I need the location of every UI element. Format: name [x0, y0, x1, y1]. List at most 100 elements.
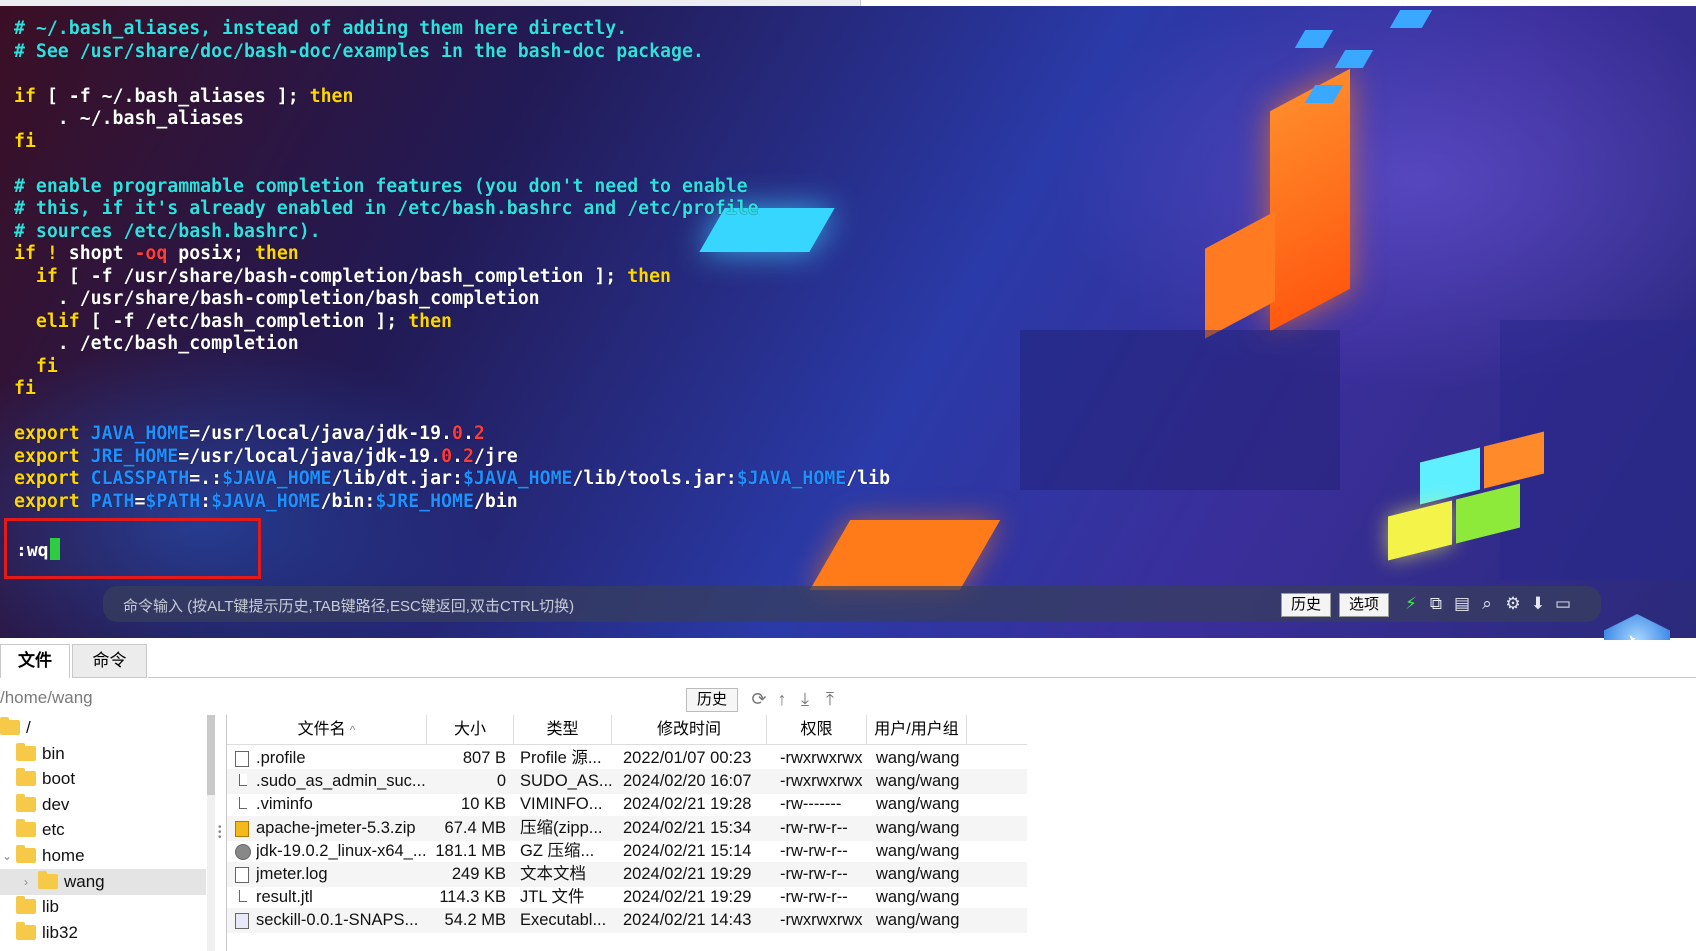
cell-name: .profile [256, 749, 306, 767]
vim-command-line[interactable]: :wq [16, 538, 60, 561]
window-icon[interactable]: ▭ [1553, 594, 1573, 614]
command-input-placeholder: 命令输入 (按ALT键提示历史,TAB键路径,ESC键返回,双击CTRL切换) [123, 598, 575, 615]
cell-name: jmeter.log [256, 865, 328, 883]
tree-item-label: / [26, 718, 31, 737]
terminal-token: then [309, 85, 354, 107]
chevron-down-icon[interactable]: ⌄ [2, 843, 12, 869]
command-history-button[interactable]: 历史 [1281, 593, 1332, 617]
arrow-down-icon[interactable]: ⬇ [1528, 594, 1548, 614]
terminal-line: # enable programmable completion feature… [14, 176, 890, 199]
cell-name: .sudo_as_admin_suc... [256, 772, 426, 791]
column-header[interactable]: 大小 [427, 715, 514, 745]
tree-scrollbar[interactable] [207, 715, 215, 951]
cell-name: result.jtl [256, 888, 313, 907]
terminal-line: fi [14, 378, 890, 401]
wallpaper-block [809, 520, 1001, 590]
cell-type: Executabl... [520, 911, 607, 930]
tree-item[interactable]: lib [16, 894, 59, 920]
download-icon[interactable]: ⤓ [795, 688, 815, 710]
folder-icon [16, 921, 36, 940]
directory-tree[interactable]: / bin boot dev etc ⌄ home › wang lib lib32 [0, 715, 206, 951]
wallpaper-block [1270, 68, 1350, 332]
cell-owner: wang/wang [876, 911, 960, 930]
lightning-icon[interactable]: ⚡ [1401, 594, 1421, 614]
column-header[interactable]: 权限 [767, 715, 867, 745]
file-table-header: 文件名 ^ 大小 类型 修改时间 权限 用户/用户组 [227, 715, 1027, 745]
terminal-token: then [408, 310, 453, 332]
terminal-line: export CLASSPATH=.:$JAVA_HOME/lib/dt.jar… [14, 468, 890, 491]
terminal-panel[interactable]: # ~/.bash_aliases, instead of adding the… [0, 0, 1696, 638]
table-row[interactable]: result.jtl 114.3 KB JTL 文件 2024/02/21 19:29… [227, 885, 1027, 910]
path-history-button[interactable]: 历史 [686, 688, 738, 712]
session-tab[interactable] [860, 0, 1696, 6]
chevron-right-icon[interactable]: › [24, 869, 28, 895]
tree-item[interactable]: bin [16, 741, 65, 767]
terminal-token: if [14, 243, 36, 264]
terminal-line: if ! shopt -oq posix; then [14, 243, 890, 266]
terminal-line: export PATH=$PATH:$JAVA_HOME/bin:$JRE_HO… [14, 491, 890, 514]
terminal-token: export [14, 490, 80, 512]
tree-item[interactable]: wang [38, 869, 105, 895]
parent-dir-icon[interactable]: ↑ [772, 688, 792, 710]
resize-handle[interactable]: • • • [843, 636, 864, 638]
table-row[interactable]: jdk-19.0.2_linux-x64_... 181.1 MB GZ 压缩...… [227, 839, 1027, 864]
cell-size: 10 KB [461, 795, 506, 814]
copy-icon[interactable]: ⧉ [1426, 594, 1446, 614]
cell-size: 114.3 KB [439, 888, 506, 907]
terminal-token: posix; [167, 243, 255, 264]
upload-icon[interactable]: ⤒ [820, 688, 840, 710]
table-row[interactable]: .sudo_as_admin_suc... 0 SUDO_AS... 2024/02/… [227, 769, 1027, 795]
column-header[interactable]: 类型 [514, 715, 612, 745]
table-row[interactable]: .profile 807 B Profile 源... 2022/01/07 00:2… [227, 746, 1027, 771]
gear-icon[interactable]: ⚙ [1503, 594, 1523, 614]
terminal-token: /bin [473, 490, 518, 512]
wallpaper-block [1389, 10, 1433, 28]
terminal-text[interactable]: # ~/.bash_aliases, instead of adding the… [14, 18, 890, 513]
cell-mtime: 2024/02/21 15:34 [623, 818, 752, 837]
tree-item[interactable]: etc [16, 817, 65, 843]
table-row[interactable]: seckill-0.0.1-SNAPS... 54.2 MB Executabl..… [227, 908, 1027, 934]
column-header-label: 大小 [453, 721, 486, 738]
table-row[interactable]: .viminfo 10 KB VIMINFO... 2024/02/21 19:28 -… [227, 792, 1027, 817]
tab-commands[interactable]: 命令 [72, 644, 147, 678]
refresh-icon[interactable]: ⟳ [749, 688, 769, 710]
path-bar: 历史 ⟳ ↑ ⤓ ⤒ [0, 683, 1696, 712]
column-header[interactable]: 文件名 ^ [227, 715, 427, 745]
command-options-button[interactable]: 选项 [1339, 593, 1390, 617]
column-header[interactable]: 修改时间 [612, 715, 767, 745]
folder-icon [16, 793, 36, 812]
table-row[interactable]: apache-jmeter-5.3.zip 67.4 MB 压缩(zipp... 20… [227, 815, 1027, 841]
terminal-line: # sources /etc/bash.bashrc). [14, 221, 890, 244]
tree-item[interactable]: home [16, 843, 85, 869]
tree-item[interactable]: / [0, 715, 31, 741]
path-input[interactable] [0, 687, 680, 709]
terminal-token: JAVA_HOME [79, 423, 190, 444]
gz-icon [235, 843, 251, 860]
search-icon[interactable]: ⌕ [1477, 594, 1497, 614]
tab-divider [148, 677, 1696, 678]
file-table[interactable]: 文件名 ^ 大小 类型 修改时间 权限 用户/用户组 .profile 807 B Profil… [226, 715, 1696, 951]
tree-item[interactable]: lib32 [16, 920, 78, 946]
terminal-token: if [14, 265, 58, 287]
terminal-line: fi [14, 356, 890, 379]
paste-icon[interactable]: ▤ [1452, 594, 1472, 614]
terminal-line: export JAVA_HOME=/usr/local/java/jdk-19.… [14, 423, 890, 446]
pane-splitter[interactable]: • • • [218, 823, 222, 843]
tree-item[interactable]: boot [16, 766, 75, 792]
terminal-token: if [14, 85, 36, 107]
terminal-token: $JAVA_HOME [211, 490, 321, 512]
cell-mtime: 2024/02/21 19:28 [623, 795, 752, 814]
cell-owner: wang/wang [876, 818, 960, 837]
tree-item-label: etc [42, 820, 65, 840]
cell-type: SUDO_AS... [520, 772, 612, 791]
cell-name: apache-jmeter-5.3.zip [256, 818, 416, 837]
tree-item-label: home [42, 846, 85, 865]
table-row[interactable]: jmeter.log 249 KB 文本文档 2024/02/21 19:29 -rw-… [227, 862, 1027, 887]
column-header[interactable]: 用户/用户组 [867, 715, 967, 745]
tab-files[interactable]: 文件 [0, 644, 70, 678]
tree-item[interactable]: dev [16, 792, 69, 818]
terminal-token: /lib/dt.jar: [331, 468, 463, 489]
zip-icon [235, 820, 249, 837]
command-input-bar[interactable]: 命令输入 (按ALT键提示历史,TAB键路径,ESC键返回,双击CTRL切换) … [103, 586, 1601, 622]
tree-scrollbar-thumb[interactable] [207, 715, 215, 795]
